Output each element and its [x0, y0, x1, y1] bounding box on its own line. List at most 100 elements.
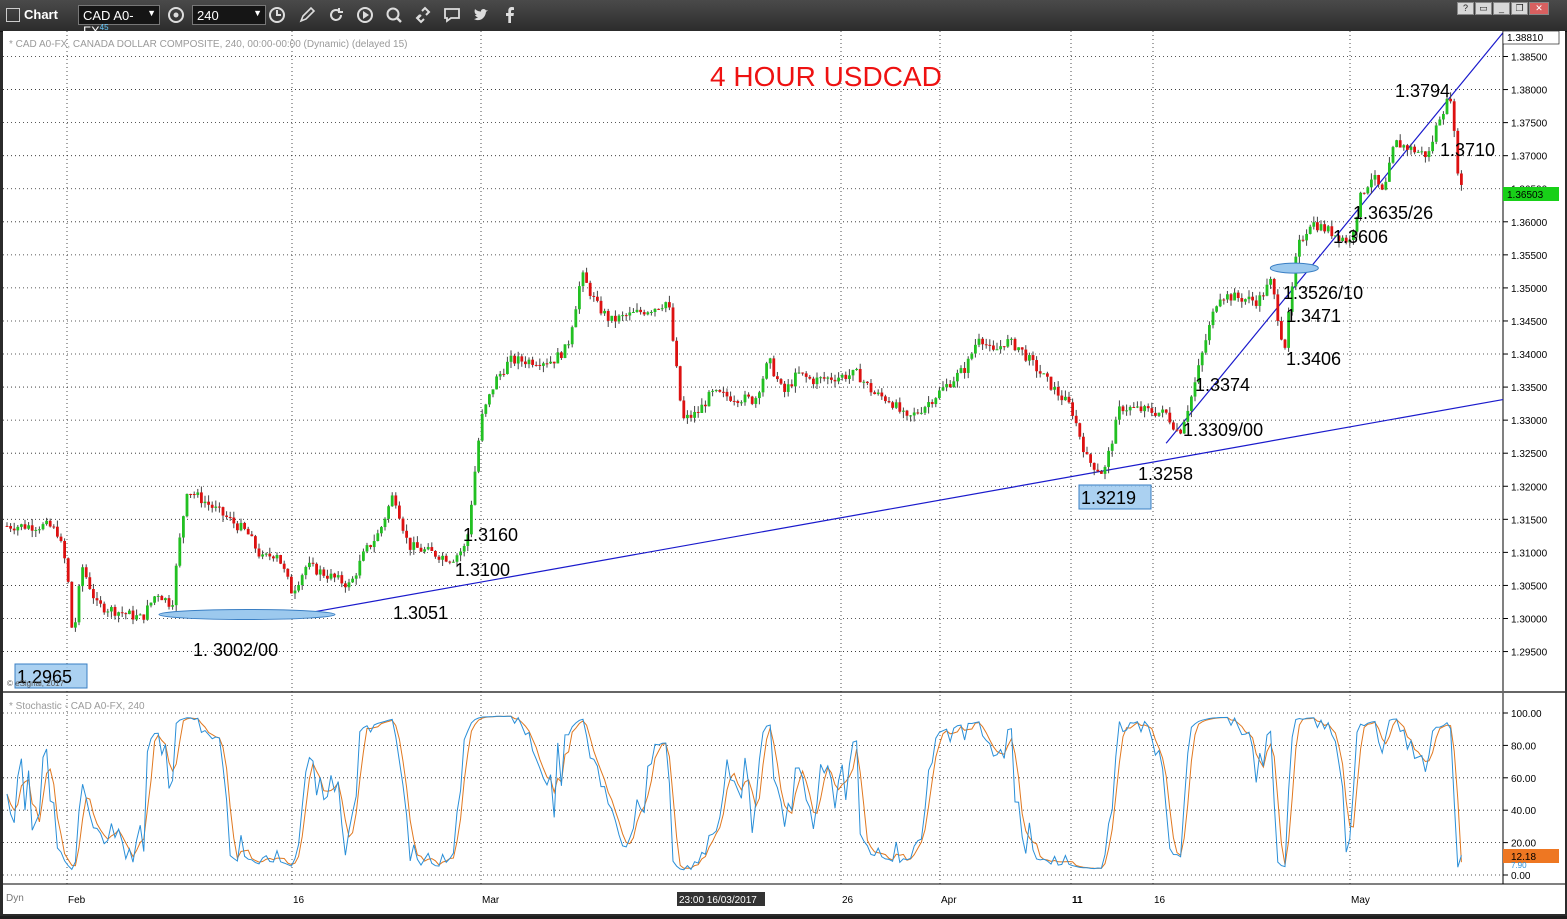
candle-body: [1139, 406, 1143, 412]
candle-body: [477, 440, 480, 472]
candle-body: [311, 562, 315, 564]
candle-body: [135, 615, 138, 620]
settings-button[interactable]: ▭: [1475, 2, 1492, 15]
candle-body: [88, 577, 92, 590]
candle-body: [686, 414, 689, 419]
comment-icon[interactable]: [443, 6, 461, 24]
candle-body: [117, 612, 120, 616]
candle-body: [1046, 373, 1049, 377]
candle-body: [729, 396, 732, 401]
price-tick-label: 1.30500: [1511, 581, 1548, 592]
time-tick-label: May: [1351, 895, 1370, 906]
candle-body: [531, 359, 534, 365]
minimize-button[interactable]: _: [1493, 2, 1510, 15]
window-title: Chart: [24, 7, 58, 22]
candle-body: [758, 392, 761, 399]
candle-body: [696, 411, 700, 413]
crosshair-cycle-icon[interactable]: [167, 6, 185, 24]
price-tick-label: 1.37000: [1511, 152, 1548, 163]
time-tick-label: 16: [293, 895, 305, 906]
candle-body: [318, 569, 322, 575]
candle-body: [1085, 452, 1089, 455]
candle-body: [1445, 98, 1449, 114]
stoch-d-label: 7.90: [1511, 861, 1527, 870]
pencil-icon[interactable]: [298, 6, 316, 24]
candle-body: [498, 373, 502, 377]
toolbar: Chart CAD A0-FX45 ▼ 240 ▼ ? ▭ _ ❐ ✕: [0, 0, 1567, 38]
candle-body: [743, 394, 747, 403]
candle-body: [704, 404, 707, 407]
time-tick-label: 11: [1072, 895, 1083, 906]
restore-button[interactable]: ❐: [1511, 2, 1528, 15]
candle-body: [963, 368, 966, 373]
candle-body: [419, 547, 423, 552]
clock-icon[interactable]: [268, 6, 286, 24]
candle-body: [790, 384, 794, 387]
chart-window-icon[interactable]: [6, 8, 20, 22]
price-tick-label: 1.33000: [1511, 416, 1548, 427]
candle-body: [1251, 296, 1254, 301]
candle-body: [491, 389, 495, 395]
candle-body: [736, 401, 740, 403]
candle-body: [1388, 162, 1391, 182]
symbol-field[interactable]: CAD A0-FX45 ▼: [78, 5, 160, 38]
price-tick-label: 1.34000: [1511, 350, 1548, 361]
candle-body: [768, 358, 772, 364]
candle-body: [146, 605, 149, 620]
candle-body: [221, 507, 225, 516]
candle-body: [984, 344, 988, 346]
candle-body: [819, 377, 822, 379]
candle-body: [538, 364, 542, 366]
interval-field[interactable]: 240 ▼: [192, 5, 266, 25]
candle-body: [840, 374, 844, 378]
candle-body: [603, 310, 606, 314]
help-button[interactable]: ?: [1457, 2, 1474, 15]
price-tick-label: 1.37500: [1511, 119, 1548, 130]
candle-body: [1377, 175, 1380, 185]
candle-body: [606, 310, 610, 321]
candle-body: [588, 282, 592, 296]
close-button[interactable]: ✕: [1529, 2, 1549, 15]
candle-body: [102, 603, 106, 613]
zoom-icon[interactable]: [385, 6, 403, 24]
candle-body: [315, 563, 318, 575]
candle-body: [657, 308, 660, 310]
chart-area[interactable]: 1.2965 1. 3002/00 1.3051 1.3100 1.3160 1.3219…: [3, 30, 1565, 914]
candle-body: [1222, 299, 1226, 301]
facebook-icon[interactable]: [501, 6, 519, 24]
candle-body: [902, 410, 905, 412]
candle-body: [282, 563, 286, 569]
candle-body: [1114, 419, 1118, 444]
twitter-icon[interactable]: [472, 6, 490, 24]
candle-body: [1402, 145, 1406, 148]
candle-body: [578, 286, 581, 310]
candle-body: [156, 595, 160, 597]
candle-body: [272, 556, 275, 559]
time-tick-label: 16: [1154, 895, 1166, 906]
candle-body: [304, 567, 308, 576]
candle-body: [596, 296, 599, 301]
price-annotation: 1.3710: [1440, 140, 1495, 160]
candle-body: [1276, 294, 1280, 321]
candle-body: [513, 355, 516, 364]
chart-svg[interactable]: 1.29651. 3002/001.30511.31001.31601.3219…: [3, 30, 1565, 914]
candle-body: [426, 547, 430, 550]
candle-body: [1132, 406, 1136, 408]
candle-body: [905, 410, 909, 416]
dropdown-arrow-icon[interactable]: ▼: [147, 8, 156, 18]
candle-body: [264, 553, 268, 555]
candle-body: [401, 518, 405, 531]
candle-body: [891, 402, 894, 408]
candle-body: [765, 363, 768, 379]
candle-body: [873, 392, 876, 395]
play-icon[interactable]: [356, 6, 374, 24]
candle-body: [650, 311, 653, 313]
link-icon[interactable]: [414, 6, 432, 24]
refresh-icon[interactable]: [327, 6, 345, 24]
candle-body: [966, 358, 970, 373]
candle-body: [1460, 173, 1463, 185]
candle-body: [617, 315, 621, 322]
candle-body: [254, 536, 257, 549]
candle-body: [880, 392, 884, 397]
interval-dropdown-arrow-icon[interactable]: ▼: [253, 8, 262, 18]
